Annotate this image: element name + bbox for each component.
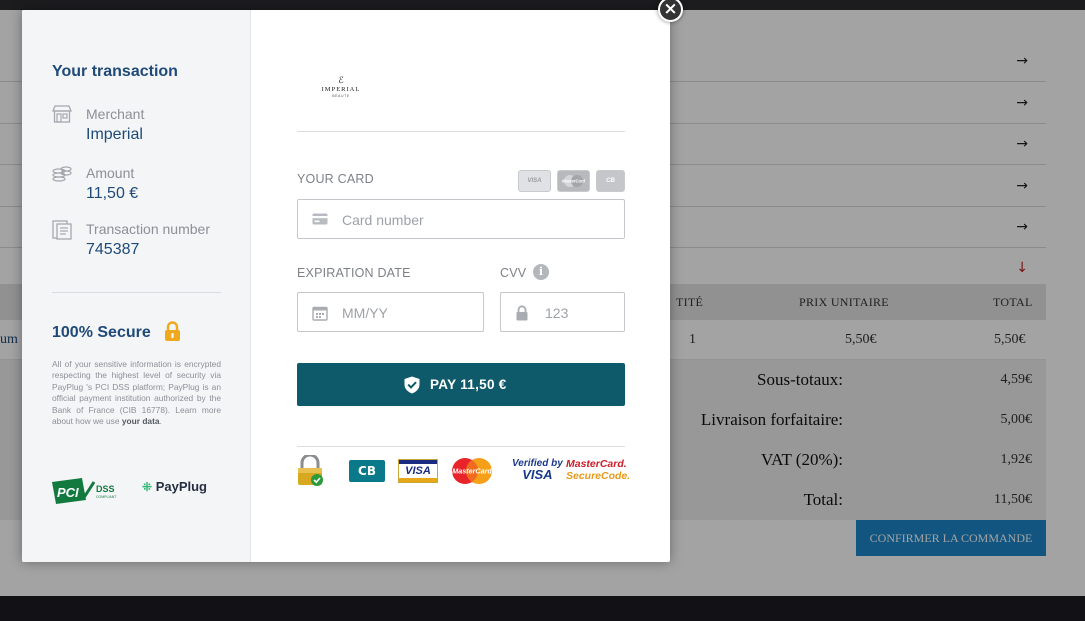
dss-text: DSS xyxy=(96,484,115,494)
payment-form: ℰ IMPERIAL BEAUTE YOUR CARD VISA MasterC… xyxy=(252,10,670,562)
logo-name: IMPERIAL xyxy=(321,86,361,93)
expiration-label: EXPIRATION DATE xyxy=(297,266,411,280)
transaction-sidebar: Your transaction Merchant Imperial Amoun… xyxy=(22,10,251,562)
shield-check-icon xyxy=(404,376,420,397)
visa-brand-icon: VISA xyxy=(518,170,551,192)
cb-brand-icon: CB xyxy=(596,170,625,192)
padlock-icon xyxy=(515,305,529,326)
merchant-label: Merchant xyxy=(86,106,145,122)
expiration-placeholder: MM/YY xyxy=(342,305,388,321)
logo-mark: ℰ xyxy=(338,76,344,86)
pay-button-label: PAY 11,50 € xyxy=(430,377,507,392)
cb-logo: CB xyxy=(349,460,385,482)
mc-logo-text: MasterCard xyxy=(452,467,492,476)
trust-divider xyxy=(297,446,625,447)
visa-logo-text: VISA xyxy=(405,465,431,477)
mastercard-logo: MasterCard xyxy=(451,457,493,485)
amount-label: Amount xyxy=(86,165,135,181)
info-icon[interactable]: i xyxy=(533,264,549,280)
pci-text: PCI xyxy=(57,485,79,500)
card-brands: VISA MasterCard CB xyxy=(518,170,625,192)
merchant-value: Imperial xyxy=(86,126,143,143)
logo-divider xyxy=(297,131,625,132)
expiration-input[interactable]: MM/YY xyxy=(297,292,484,332)
sidebar-title: Your transaction xyxy=(52,63,178,80)
mastercard-brand-icon: MasterCard xyxy=(557,170,590,192)
visa-logo: VISA xyxy=(398,459,438,483)
secure-padlock-icon xyxy=(297,453,325,492)
transaction-value: 745387 xyxy=(86,241,140,258)
sidebar-divider xyxy=(52,292,221,293)
secure-end: . xyxy=(159,416,162,427)
cvv-label: CVV xyxy=(500,266,527,280)
cvv-placeholder: 123 xyxy=(545,305,569,321)
calendar-icon xyxy=(312,305,328,326)
vbv-bottom-text: VISA xyxy=(522,467,553,482)
secure-title: 100% Secure xyxy=(52,324,151,341)
pay-button[interactable]: PAY 11,50 € xyxy=(297,363,625,406)
page-footer-bar xyxy=(0,596,1085,621)
mcsc-top-text: MasterCard. xyxy=(566,458,627,470)
payplug-mark-icon: ⁜ xyxy=(142,480,153,494)
mastercard-securecode-logo: MasterCard. SecureCode. xyxy=(566,458,630,482)
pci-dss-logo: PCI DSS COMPLIANT xyxy=(52,478,122,509)
payplug-logo: ⁜ PayPlug xyxy=(142,479,207,494)
lock-icon xyxy=(164,321,181,347)
trust-logos: CB VISA MasterCard Verified by VISA Mast… xyxy=(297,453,630,487)
card-number-input[interactable]: Card number xyxy=(297,199,625,239)
card-number-placeholder: Card number xyxy=(342,212,424,228)
cvv-input[interactable]: 123 xyxy=(500,292,625,332)
payplug-text: PayPlug xyxy=(155,479,207,494)
amount-value: 11,50 € xyxy=(86,185,139,202)
coins-icon xyxy=(52,164,72,182)
mc-chip-text: MasterCard xyxy=(562,179,585,184)
secure-description: All of your sensitive information is enc… xyxy=(52,359,221,427)
card-label: YOUR CARD xyxy=(297,172,374,186)
merchant-logo: ℰ IMPERIAL BEAUTE xyxy=(316,76,366,106)
verified-by-visa-logo: Verified by VISA xyxy=(512,458,563,482)
dss-sub-text: COMPLIANT xyxy=(96,495,117,499)
payment-modal: Your transaction Merchant Imperial Amoun… xyxy=(22,10,670,562)
card-icon xyxy=(312,212,328,231)
logo-sub: BEAUTE xyxy=(332,94,350,98)
mcsc-bottom-text: SecureCode. xyxy=(566,470,631,482)
transaction-label: Transaction number xyxy=(86,221,210,237)
page-topbar xyxy=(0,0,1085,10)
receipt-icon xyxy=(52,220,72,240)
your-data-link[interactable]: your data xyxy=(122,416,160,426)
store-icon xyxy=(52,105,72,123)
